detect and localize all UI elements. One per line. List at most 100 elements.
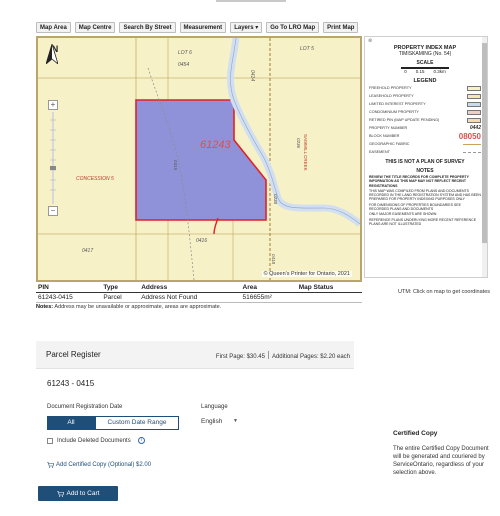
legend-note: THIS MAP WAS COMPILED FROM PLANS AND DOC… <box>369 188 481 202</box>
add-certified-copy-label: Add Certified Copy (Optional) $2.00 <box>56 462 152 468</box>
notes-text: Notes: Address may be unavailable or app… <box>36 304 221 310</box>
legend-item: CONDOMINIUM PROPERTY <box>369 108 481 116</box>
map-label-0236: 0236 <box>296 138 301 149</box>
language-value: English <box>201 418 223 425</box>
add-to-cart-label: Add to Cart <box>66 490 100 497</box>
cell-pin: 61243-0415 <box>36 292 102 303</box>
map-label-block: 61243 <box>200 139 231 151</box>
doc-date-custom-button[interactable]: Custom Date Range <box>95 416 179 430</box>
include-deleted-row: Include Deleted Documents i <box>47 437 145 444</box>
table-header-row: PIN Type Address Area Map Status <box>36 283 362 293</box>
notes-label: Notes: <box>36 304 54 310</box>
scale-mark: 0 <box>404 69 407 74</box>
map-label-0414: 0414 <box>249 70 255 81</box>
map-label-0238: 0238 <box>273 194 278 205</box>
map-label-0417: 0417 <box>82 248 93 254</box>
zoom-out-button[interactable]: − <box>48 206 58 216</box>
legend-item-label: LIMITED INTEREST PROPERTY <box>369 102 426 106</box>
close-icon[interactable]: ⊗ <box>368 38 372 44</box>
pricing-info: First Page: $30.45 Additional Pages: $2.2… <box>216 351 350 360</box>
cart-icon <box>47 462 54 468</box>
north-arrow-icon <box>46 44 58 64</box>
cart-icon <box>56 490 64 497</box>
doc-date-toggle: All Custom Date Range <box>47 416 179 430</box>
map-label-0418: 0418 <box>271 254 276 265</box>
map-centre-button[interactable]: Map Centre <box>74 22 116 33</box>
add-certified-copy-link[interactable]: Add Certified Copy (Optional) $2.00 <box>47 462 151 468</box>
map-toolbar: Map Area Map Centre Search By Street Mea… <box>36 22 359 33</box>
map-canvas: LOT 6 LOT 5 0454 0414 CONCESSION 5 0415 … <box>38 38 360 280</box>
map-label-river: SAWMILL CREEK <box>303 134 308 171</box>
parcel-pin: 61243 - 0415 <box>47 379 95 388</box>
utm-readout: UTM: Click on map to get coordinates <box>398 289 491 295</box>
cell-area: 516655m² <box>240 292 297 303</box>
north-arrow: N <box>46 44 64 64</box>
layers-label: Layers <box>234 25 254 31</box>
column-header-type: Type <box>101 283 140 293</box>
go-to-lro-map-button[interactable]: Go To LRO Map <box>266 22 320 33</box>
column-header-pin: PIN <box>36 283 102 293</box>
scale-mark: 0.3km <box>433 69 446 74</box>
column-header-map-status: Map Status <box>296 283 362 293</box>
legend-item: RETIRED PIN (MAP UPDATE PENDING) <box>369 116 481 124</box>
legend-note: FOR DIMENSIONS OF PROPERTIES BOUNDARIES … <box>369 202 461 212</box>
map-label-0415: 0415 <box>173 160 178 171</box>
legend-note: REFERENCE PLANS UNDERLYING MORE RECENT R… <box>369 217 477 226</box>
legend-item-label: BLOCK NUMBER <box>369 134 400 138</box>
legend-item-label: FREEHOLD PROPERTY <box>369 86 412 90</box>
map-label-0416: 0416 <box>196 238 207 244</box>
legend-content: PROPERTY INDEX MAP TIMISKAMING (No. 54) … <box>369 45 481 226</box>
legend-item-label: PROPERTY NUMBER <box>369 126 408 130</box>
first-page-price: First Page: $30.45 <box>215 354 265 360</box>
legend-scroll-thumb[interactable] <box>482 43 487 243</box>
legend-line-sample <box>463 151 481 153</box>
legend-block-number-value: 08050 <box>458 131 481 141</box>
layers-button[interactable]: Layers ▾ <box>230 22 263 33</box>
include-deleted-label[interactable]: Include Deleted Documents <box>57 438 131 444</box>
parcel-register-header: Parcel Register First Page: $30.45 Additi… <box>36 341 354 369</box>
print-map-button[interactable]: Print Map <box>323 22 359 33</box>
cell-map-status <box>296 292 362 303</box>
legend-geographic-fabric: GEOGRAPHIC FABRIC <box>369 140 481 148</box>
scale-title: SCALE <box>416 60 434 66</box>
legend-item: FREEHOLD PROPERTY <box>369 84 481 92</box>
zoom-slider[interactable] <box>50 112 56 204</box>
top-divider <box>216 0 286 2</box>
legend-item-label: LEASEHOLD PROPERTY <box>369 94 414 98</box>
map-label-lot5: LOT 5 <box>300 46 314 52</box>
legend-swatch <box>467 85 481 91</box>
search-by-street-button[interactable]: Search By Street <box>119 22 176 33</box>
legend-line-sample <box>463 143 481 145</box>
measurement-button[interactable]: Measurement <box>179 22 227 33</box>
doc-date-all-button[interactable]: All <box>47 416 95 430</box>
scale-marks: 0 0.15 0.3km <box>369 69 481 74</box>
parcel-register-title: Parcel Register <box>46 350 101 359</box>
legend-property-number-value: 0442 <box>469 125 481 131</box>
legend-note: REVIEW THE TITLE RECORDS FOR COMPLETE PR… <box>369 175 469 188</box>
legend-swatch <box>467 101 481 107</box>
zoom-in-button[interactable]: + <box>48 100 58 110</box>
map-viewport[interactable]: LOT 6 LOT 5 0454 0414 CONCESSION 5 0415 … <box>36 36 362 282</box>
add-to-cart-button[interactable]: Add to Cart <box>38 486 118 501</box>
legend-item-label: EASEMENT <box>369 150 390 154</box>
certified-copy-text: The entire Certified Copy Document will … <box>393 446 489 476</box>
legend-item-label: RETIRED PIN (MAP UPDATE PENDING) <box>369 118 440 122</box>
legend-subtitle: TIMISKAMING (No. 54) <box>398 51 452 57</box>
language-select[interactable]: English ▼ <box>201 418 241 429</box>
info-icon[interactable]: i <box>137 437 145 444</box>
caret-down-icon: ▾ <box>255 25 259 31</box>
parcel-info-table: PIN Type Address Area Map Status 61243-0… <box>36 283 362 303</box>
selected-parcel[interactable] <box>135 99 267 221</box>
cell-address: Address Not Found <box>139 292 241 303</box>
include-deleted-checkbox[interactable] <box>47 437 53 444</box>
map-copyright: © Queen's Printer for Ontario, 2021 <box>261 271 352 277</box>
legend-swatch <box>467 117 481 123</box>
map-area-button[interactable]: Map Area <box>36 22 71 33</box>
doc-date-label: Document Registration Date <box>47 404 123 410</box>
column-header-area: Area <box>240 283 297 293</box>
table-row[interactable]: 61243-0415 Parcel Address Not Found 5166… <box>36 292 362 303</box>
cell-type: Parcel <box>101 292 140 303</box>
legend-scrollbar[interactable] <box>482 37 487 277</box>
legend-not-a-plan: THIS IS NOT A PLAN OF SURVEY <box>385 159 465 165</box>
notes-body: Address may be unavailable or approximat… <box>53 304 222 310</box>
